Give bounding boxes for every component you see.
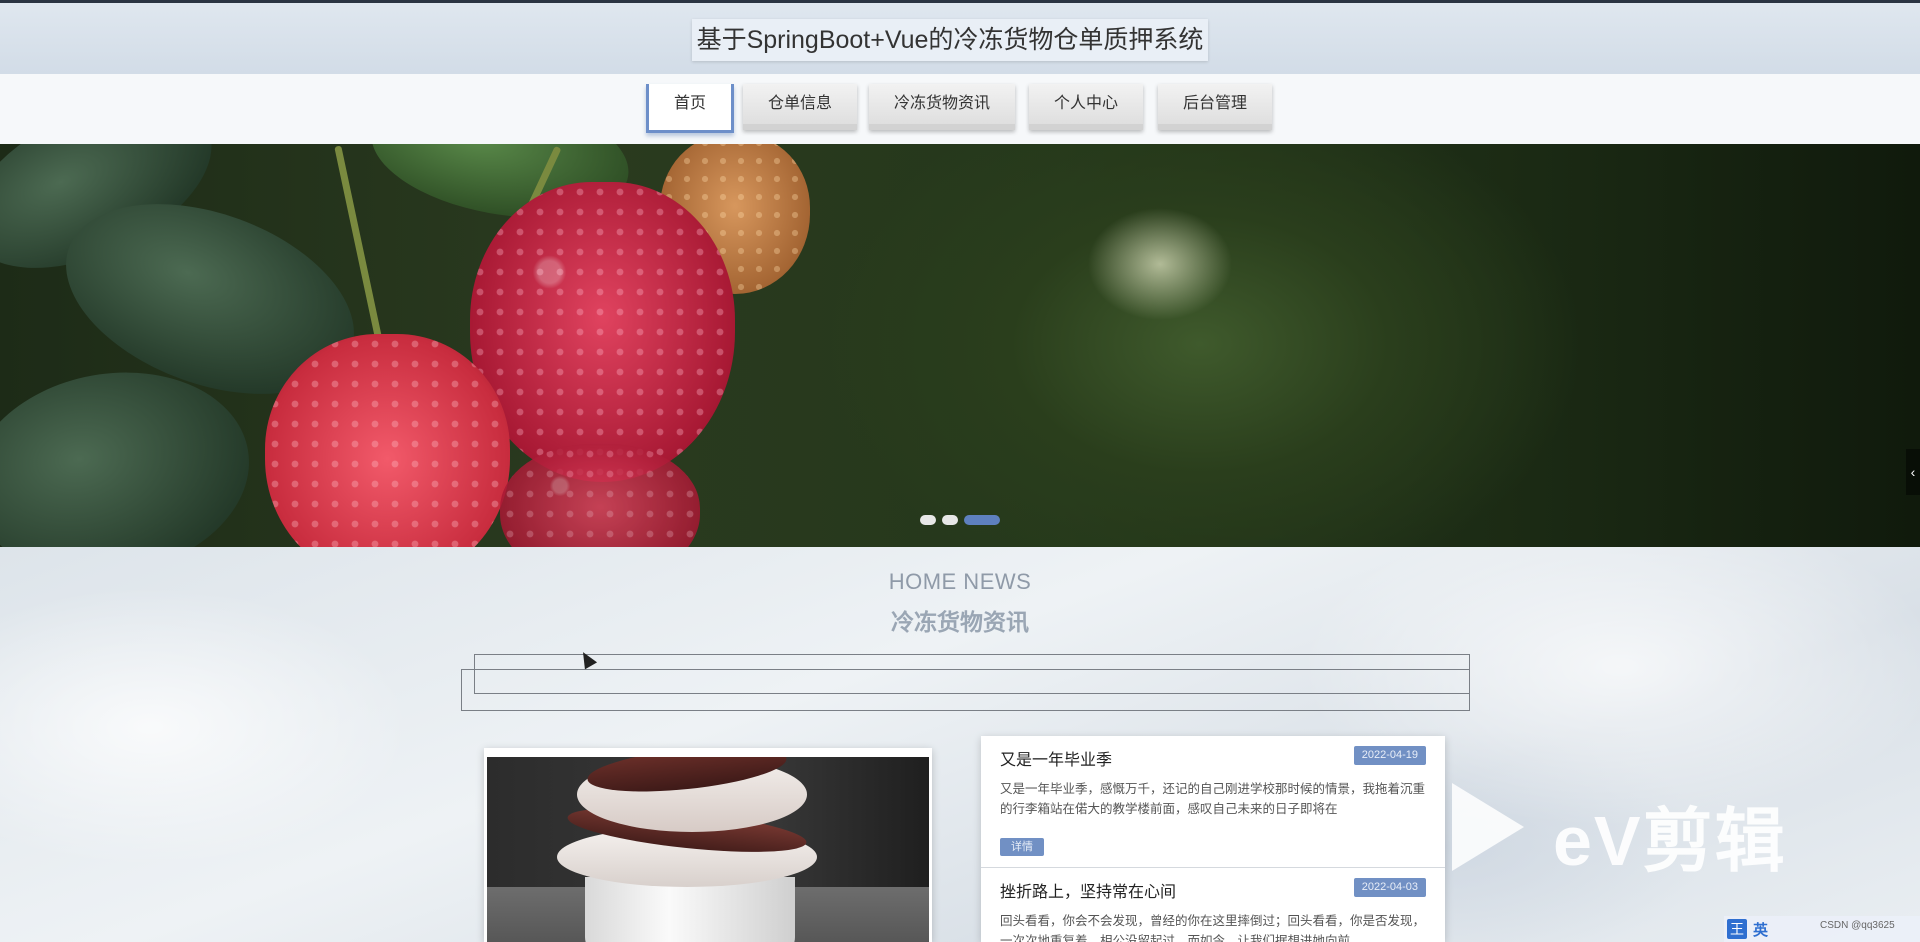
news-image-card[interactable]: [484, 748, 932, 942]
nav-item-frozen-goods-news[interactable]: 冷冻货物资讯: [869, 84, 1015, 130]
nav-item-personal-center[interactable]: 个人中心: [1029, 84, 1143, 130]
system-tray: 王 英 CSDN @qq3625: [1724, 916, 1920, 942]
language-toggle[interactable]: 英: [1753, 919, 1768, 940]
news-title[interactable]: 挫折路上，坚持常在心间: [1000, 878, 1176, 902]
ice-cream-image: [487, 757, 929, 942]
play-logo-icon: [1452, 783, 1524, 871]
news-detail-button[interactable]: 详情: [1000, 838, 1044, 856]
carousel-dot-1[interactable]: [920, 515, 936, 525]
ime-icon[interactable]: 王: [1727, 919, 1747, 939]
news-list: 又是一年毕业季 2022-04-19 又是一年毕业季，感慨万千，还记的自己刚进学…: [981, 736, 1445, 942]
section-title-cn: 冷冻货物资讯: [891, 609, 1029, 635]
news-excerpt: 回头看看，你会不会发现，曾经的你在这里摔倒过；回头看看，你是否发现，一次次地重复…: [1000, 914, 1426, 942]
banner-carousel[interactable]: ‹: [0, 144, 1920, 547]
berry-shape: [470, 182, 735, 482]
news-title[interactable]: 又是一年毕业季: [1000, 746, 1112, 770]
news-date-badge: 2022-04-03: [1353, 878, 1426, 897]
list-item[interactable]: 挫折路上，坚持常在心间 2022-04-03 回头看看，你会不会发现，曾经的你在…: [981, 868, 1445, 942]
section-title-en: HOME NEWS: [888, 569, 1032, 594]
carousel-dot-3[interactable]: [964, 515, 1000, 525]
watermark-text: eV剪辑: [1553, 802, 1787, 880]
news-excerpt: 又是一年毕业季，感慨万千，还记的自己刚进学校那时候的情景，我拖着沉重的行李箱站在…: [1000, 782, 1426, 816]
csdn-watermark: CSDN @qq3625: [1820, 920, 1895, 931]
carousel-dot-2[interactable]: [942, 515, 958, 525]
main-nav: 首页 仓单信息 冷冻货物资讯 个人中心 后台管理: [0, 74, 1920, 145]
berry-shape: [265, 334, 510, 547]
carousel-arrow-icon[interactable]: ‹: [1906, 449, 1920, 495]
nav-item-home[interactable]: 首页: [646, 84, 734, 133]
nav-item-admin[interactable]: 后台管理: [1158, 84, 1272, 130]
news-date-badge: 2022-04-19: [1353, 746, 1426, 765]
list-item[interactable]: 又是一年毕业季 2022-04-19 又是一年毕业季，感慨万千，还记的自己刚进学…: [981, 736, 1445, 868]
nav-item-warehouse-receipts[interactable]: 仓单信息: [743, 84, 857, 130]
title-bar: 基于SpringBoot+Vue的冷冻货物仓单质押系统: [0, 0, 1920, 74]
empty-frame: [461, 669, 1470, 711]
page-title: 基于SpringBoot+Vue的冷冻货物仓单质押系统: [692, 19, 1208, 61]
